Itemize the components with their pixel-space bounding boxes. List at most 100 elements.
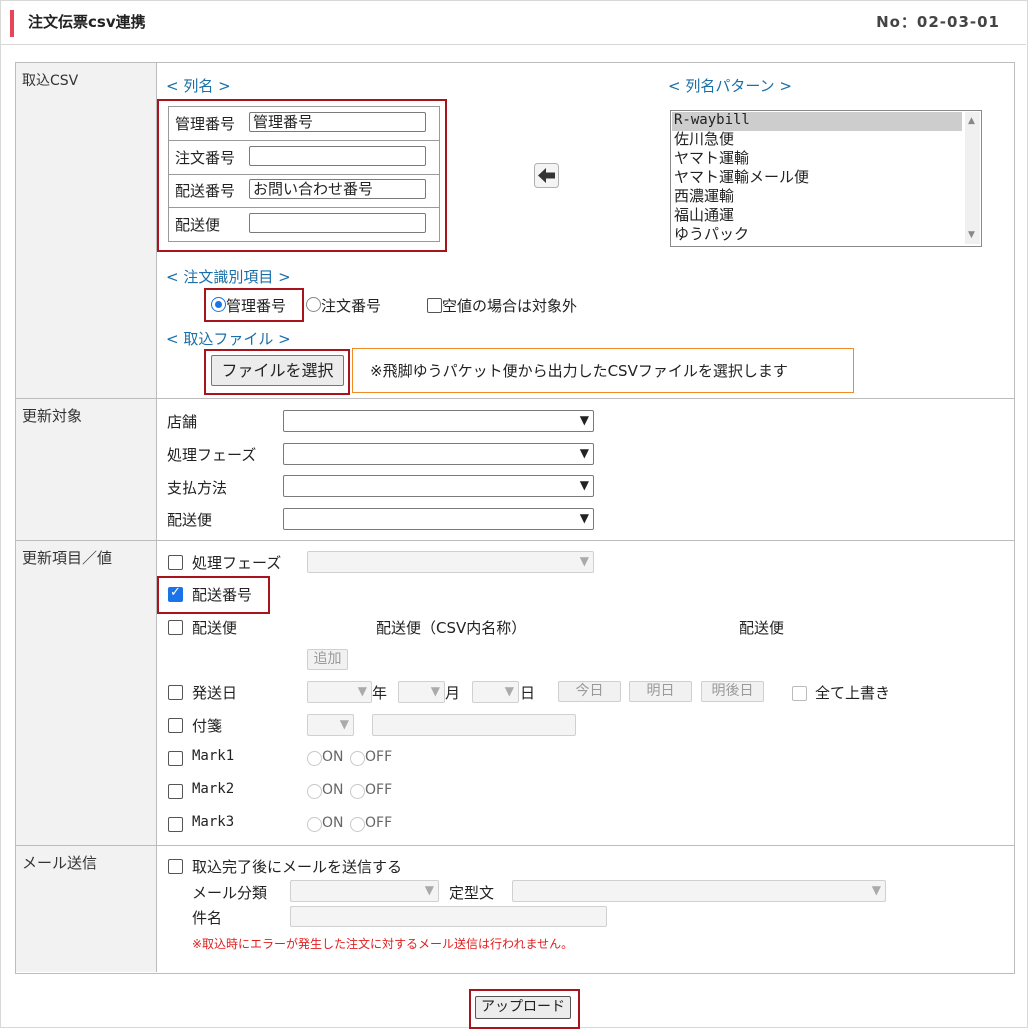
radio-manage-no[interactable] <box>211 297 226 312</box>
pattern-option[interactable]: ゆうパック <box>674 225 749 244</box>
screen-number: No：02-03-01 <box>876 13 1000 31</box>
template-select[interactable]: ▼ <box>512 880 886 902</box>
order-id-heading: < 注文識別項目 > <box>166 268 291 286</box>
checkbox-delivery[interactable] <box>168 620 183 635</box>
row-divider <box>16 540 1014 541</box>
row-divider <box>16 845 1014 846</box>
pattern-option[interactable]: 西濃運輸 <box>674 187 734 206</box>
chevron-down-icon: ▼ <box>430 684 440 698</box>
item-label-phase: 処理フェーズ <box>192 554 282 572</box>
radio-mark1-off[interactable] <box>350 751 365 766</box>
delivery-column-header: 配送便 <box>739 619 785 637</box>
column-input-order-no[interactable] <box>249 146 426 166</box>
mail-category-select[interactable]: ▼ <box>290 880 439 902</box>
pattern-option[interactable]: R-waybill <box>674 111 750 130</box>
choose-file-button[interactable]: ファイルを選択 <box>211 355 344 386</box>
radio-mark1-on[interactable] <box>307 751 322 766</box>
radio-mark3-on[interactable] <box>307 817 322 832</box>
mail-category-label: メール分類 <box>192 884 268 902</box>
scroll-up-icon[interactable]: ▲ <box>968 116 975 126</box>
checkbox-mark3[interactable] <box>168 817 183 832</box>
column-input-tracking-no[interactable]: お問い合わせ番号 <box>249 179 426 199</box>
add-button[interactable]: 追加 <box>307 649 348 670</box>
phase-value-select[interactable]: ▼ <box>307 551 594 573</box>
radio-label-on: ON <box>322 782 344 798</box>
year-select[interactable]: ▼ <box>307 681 372 703</box>
column-input-manage-no[interactable]: 管理番号 <box>249 112 426 132</box>
delivery-select[interactable]: ▼ <box>283 508 594 530</box>
chevron-down-icon: ▼ <box>504 684 514 698</box>
listbox-scrollbar[interactable]: ▲ ▼ <box>965 112 980 244</box>
chevron-down-icon: ▼ <box>579 554 589 568</box>
checkbox-overwrite-all[interactable] <box>792 686 807 701</box>
radio-label-off: OFF <box>365 782 393 798</box>
pattern-listbox[interactable]: R-waybill 佐川急便 ヤマト運輸 ヤマト運輸メール便 西濃運輸 福山通運… <box>670 110 982 247</box>
checkbox-tag[interactable] <box>168 718 183 733</box>
chevron-down-icon: ▼ <box>579 511 589 525</box>
row-label-import-csv: 取込CSV <box>22 73 79 89</box>
checkbox-phase[interactable] <box>168 555 183 570</box>
checkbox-skip-empty[interactable] <box>427 298 442 313</box>
overwrite-all-label: 全て上書き <box>815 684 891 702</box>
radio-label-order-no: 注文番号 <box>321 297 382 315</box>
day-after-tomorrow-button[interactable]: 明後日 <box>701 681 764 702</box>
item-label-tag: 付箋 <box>192 717 223 735</box>
year-label: 年 <box>372 684 388 702</box>
item-label-mark3: Mark3 <box>192 814 235 830</box>
column-label-order-no: 注文番号 <box>175 149 236 167</box>
page-title: 注文伝票csv連携 <box>28 13 146 31</box>
header-bar: 注文伝票csv連携 No：02-03-01 <box>0 0 1026 45</box>
tomorrow-button[interactable]: 明日 <box>629 681 692 702</box>
pattern-option[interactable]: ヤマト運輸 <box>674 149 749 168</box>
month-label: 月 <box>445 684 461 702</box>
radio-label-on: ON <box>322 749 344 765</box>
arrow-left-icon[interactable] <box>534 163 559 188</box>
label-column <box>16 63 157 972</box>
radio-label-off: OFF <box>365 815 393 831</box>
target-label-phase: 処理フェーズ <box>167 446 257 464</box>
today-button[interactable]: 今日 <box>558 681 621 702</box>
file-note: ※飛脚ゆうパケット便から出力したCSVファイルを選択します <box>370 362 788 380</box>
checkbox-mark1[interactable] <box>168 751 183 766</box>
radio-mark2-on[interactable] <box>307 784 322 799</box>
item-label-tracking: 配送番号 <box>192 586 253 604</box>
scroll-down-icon[interactable]: ▼ <box>968 230 975 240</box>
chevron-down-icon: ▼ <box>424 883 434 897</box>
column-input-delivery[interactable] <box>249 213 426 233</box>
target-label-delivery: 配送便 <box>167 511 213 529</box>
radio-mark2-off[interactable] <box>350 784 365 799</box>
chevron-down-icon: ▼ <box>339 717 349 731</box>
month-select[interactable]: ▼ <box>398 681 445 703</box>
chevron-down-icon: ▼ <box>579 413 589 427</box>
file-heading: < 取込ファイル > <box>166 330 291 348</box>
tag-input[interactable] <box>372 714 576 736</box>
pattern-option[interactable]: ヤマト運輸メール便 <box>674 168 809 187</box>
checkbox-send-mail[interactable] <box>168 859 183 874</box>
day-select[interactable]: ▼ <box>472 681 519 703</box>
chevron-down-icon: ▼ <box>579 446 589 460</box>
row-label-update-items: 更新項目／値 <box>22 549 113 567</box>
mail-error-note: ※取込時にエラーが発生した注文に対するメール送信は行われません。 <box>192 937 574 951</box>
phase-select[interactable]: ▼ <box>283 443 594 465</box>
column-heading: < 列名 > <box>166 77 231 95</box>
title-accent-bar <box>10 10 14 37</box>
checkbox-ship-date[interactable] <box>168 685 183 700</box>
checkbox-mark2[interactable] <box>168 784 183 799</box>
checkbox-tracking[interactable] <box>168 585 183 602</box>
upload-button[interactable]: アップロード <box>475 996 571 1019</box>
item-label-delivery: 配送便 <box>192 619 238 637</box>
item-label-ship-date: 発送日 <box>192 684 238 702</box>
radio-order-no[interactable] <box>306 297 321 312</box>
chevron-down-icon: ▼ <box>579 478 589 492</box>
row-divider <box>16 398 1014 399</box>
radio-mark3-off[interactable] <box>350 817 365 832</box>
pattern-option[interactable]: 佐川急便 <box>674 130 734 149</box>
subject-label: 件名 <box>192 909 223 927</box>
payment-select[interactable]: ▼ <box>283 475 594 497</box>
subject-input[interactable] <box>290 906 607 927</box>
pattern-option[interactable]: 福山通運 <box>674 206 734 225</box>
skip-empty-label: 空値の場合は対象外 <box>442 297 578 315</box>
target-label-store: 店舗 <box>167 413 198 431</box>
tag-select[interactable]: ▼ <box>307 714 354 736</box>
store-select[interactable]: ▼ <box>283 410 594 432</box>
